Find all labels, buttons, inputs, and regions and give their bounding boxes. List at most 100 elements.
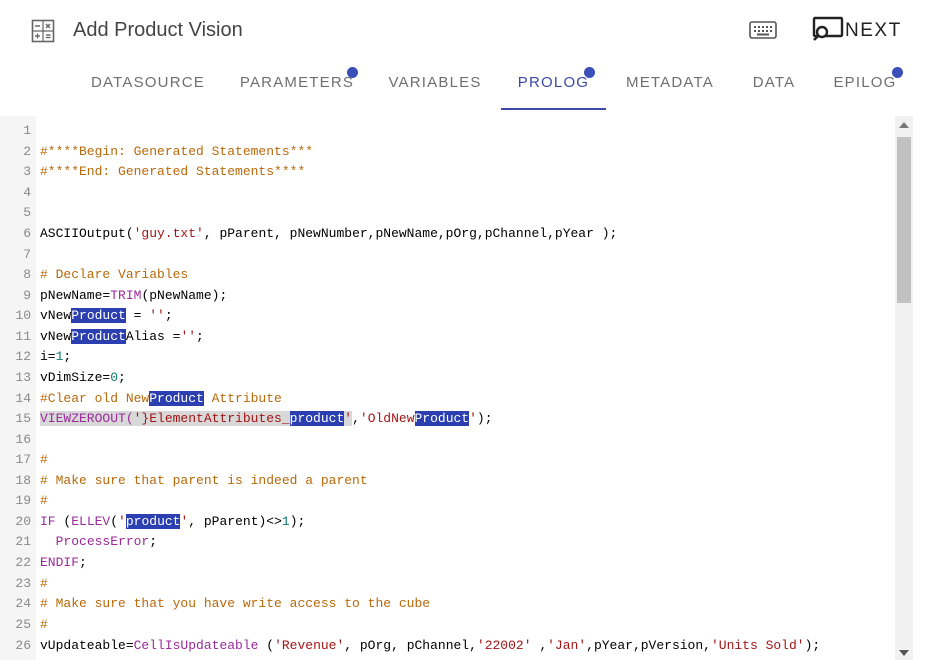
code-text: ENDIF; bbox=[40, 553, 87, 573]
code-token: ); bbox=[804, 638, 821, 653]
code-token: ProcessError bbox=[55, 534, 150, 549]
code-token: i= bbox=[40, 349, 56, 364]
tab-label: PARAMETERS bbox=[239, 74, 355, 91]
code-line: 12 i=1; bbox=[0, 347, 895, 367]
code-token: ASCIIOutput( bbox=[40, 226, 134, 241]
tab-label: VARIABLES bbox=[388, 74, 482, 91]
code-token: , bbox=[531, 638, 548, 653]
code-text: ASCIIOutput('guy.txt', pParent, pNewNumb… bbox=[40, 224, 617, 244]
code-line: 11 vNewProductAlias =''; bbox=[0, 327, 895, 347]
code-token: 'Units Sold' bbox=[710, 638, 805, 653]
line-number: 9 bbox=[23, 288, 31, 303]
tab-epilog[interactable]: EPILOG bbox=[828, 62, 903, 110]
line-number: 21 bbox=[15, 534, 31, 549]
code-token: , bbox=[352, 411, 360, 426]
code-token: ( bbox=[110, 514, 119, 529]
code-token: 1 bbox=[281, 514, 290, 529]
code-token: # Make sure that you have write access t… bbox=[40, 596, 431, 611]
line-number: 25 bbox=[15, 617, 31, 632]
code-line: 22 ENDIF; bbox=[0, 553, 895, 573]
code-text: # bbox=[40, 491, 48, 511]
code-text: # Make sure that you have write access t… bbox=[40, 594, 430, 614]
code-token: #****Begin: Generated Statements*** bbox=[40, 144, 314, 159]
code-token: ); bbox=[476, 411, 493, 426]
modified-dot bbox=[892, 67, 903, 78]
header: Add Product Vision NEXT bbox=[0, 0, 951, 62]
code-token: '22002' bbox=[476, 638, 532, 653]
line-number: 12 bbox=[15, 349, 31, 364]
line-number: 23 bbox=[15, 576, 31, 591]
scroll-down-arrow-icon[interactable] bbox=[899, 650, 909, 656]
code-text: #Clear old NewProduct Attribute bbox=[40, 389, 282, 409]
code-text: vNewProduct = ''; bbox=[40, 306, 173, 326]
code-token: '}ElementAttributes_ bbox=[133, 411, 290, 426]
code-line: 21 ProcessError; bbox=[0, 532, 895, 552]
code-text: #****End: Generated Statements**** bbox=[40, 162, 305, 182]
code-token: # bbox=[40, 576, 48, 591]
code-line: 2 #****Begin: Generated Statements*** bbox=[0, 142, 895, 162]
code-token: ); bbox=[289, 514, 306, 529]
next-button[interactable]: NEXT bbox=[812, 16, 902, 46]
code-token: # bbox=[40, 493, 48, 508]
code-token: ; bbox=[196, 329, 204, 344]
code-token: ELLEV bbox=[71, 514, 111, 529]
code-token: vUpdateable= bbox=[40, 638, 134, 653]
code-token: 'Revenue' bbox=[274, 638, 345, 653]
code-line: 10 vNewProduct = ''; bbox=[0, 306, 895, 326]
search-match-highlight: product bbox=[125, 514, 181, 529]
code-token: IF bbox=[40, 514, 56, 529]
code-token: ; bbox=[79, 555, 87, 570]
tab-parameters[interactable]: PARAMETERS bbox=[235, 62, 359, 110]
code-text: VIEWZEROOUT('}ElementAttributes_product'… bbox=[40, 409, 493, 429]
line-number: 2 bbox=[23, 144, 31, 159]
tab-label: EPILOG bbox=[833, 74, 897, 91]
code-token: '' bbox=[180, 329, 197, 344]
modified-dot bbox=[347, 67, 358, 78]
code-line: 6 ASCIIOutput('guy.txt', pParent, pNewNum… bbox=[0, 224, 895, 244]
code-token: ; bbox=[164, 308, 173, 323]
code-line: 5 bbox=[0, 203, 895, 223]
code-token: ; bbox=[149, 534, 158, 549]
code-text: vUpdateable=CellIsUpdateable ('Revenue',… bbox=[40, 636, 820, 656]
code-token: vNew bbox=[40, 308, 72, 323]
tab-variables[interactable]: VARIABLES bbox=[380, 62, 490, 110]
code-text: ProcessError; bbox=[40, 532, 157, 552]
code-token: , pParent)<> bbox=[188, 514, 282, 529]
code-token: ' bbox=[118, 514, 126, 529]
code-line: 23 # bbox=[0, 574, 895, 594]
code-text: vDimSize=0; bbox=[40, 368, 126, 388]
code-token: 'guy.txt' bbox=[133, 226, 204, 241]
tab-datasource[interactable]: DATASOURCE bbox=[86, 62, 210, 110]
code-line: 20 IF (ELLEV('product', pParent)<>1); bbox=[0, 512, 895, 532]
line-number: 16 bbox=[15, 432, 31, 447]
code-token: ' bbox=[469, 411, 477, 426]
tab-label: METADATA bbox=[626, 74, 714, 91]
search-match-highlight: product bbox=[289, 411, 345, 426]
code-line: 14 #Clear old NewProduct Attribute bbox=[0, 389, 895, 409]
code-token: pNewName= bbox=[40, 288, 111, 303]
code-line: 18 # Make sure that parent is indeed a pa… bbox=[0, 471, 895, 491]
vertical-scrollbar[interactable] bbox=[895, 116, 913, 660]
keyboard-icon[interactable] bbox=[749, 20, 777, 40]
search-match-highlight: Product bbox=[414, 411, 470, 426]
next-label: NEXT bbox=[845, 20, 902, 41]
code-token: '' bbox=[149, 308, 165, 323]
code-editor[interactable]: 1 2 #****Begin: Generated Statements*** 3 #*… bbox=[0, 116, 915, 660]
tab-data[interactable]: DATA bbox=[743, 62, 805, 110]
tab-prolog[interactable]: PROLOG bbox=[501, 62, 606, 110]
scrollbar-thumb[interactable] bbox=[897, 137, 911, 303]
code-token: #****End: Generated Statements**** bbox=[40, 164, 306, 179]
active-tab-indicator bbox=[501, 108, 606, 110]
code-line: 25 # bbox=[0, 615, 895, 635]
line-number: 3 bbox=[23, 164, 31, 179]
code-line: 7 bbox=[0, 245, 895, 265]
code-token: ' bbox=[344, 411, 353, 426]
tab-metadata[interactable]: METADATA bbox=[618, 62, 722, 110]
search-match-highlight: Product bbox=[71, 329, 126, 344]
page-title: Add Product Vision bbox=[73, 19, 243, 41]
line-number: 24 bbox=[15, 596, 31, 611]
line-number: 18 bbox=[15, 473, 31, 488]
code-token: ,pYear,pVersion, bbox=[586, 638, 711, 653]
code-token: # bbox=[40, 452, 48, 467]
scroll-up-arrow-icon[interactable] bbox=[899, 122, 909, 128]
